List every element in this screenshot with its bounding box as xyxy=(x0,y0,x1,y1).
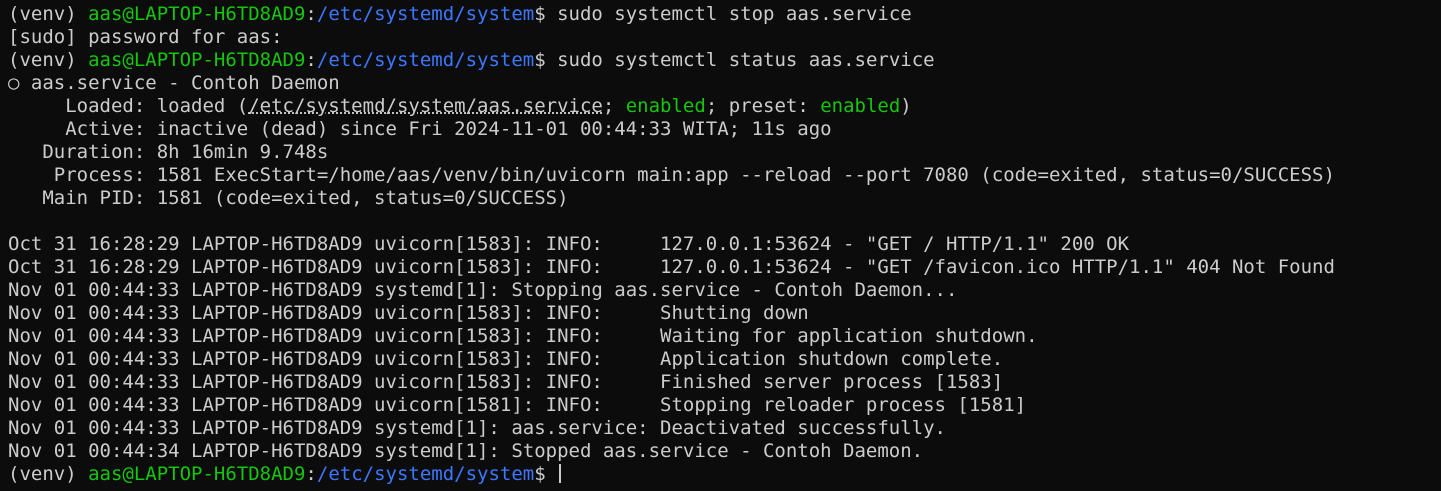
prompt-colon: : xyxy=(305,463,317,485)
terminal-window[interactable]: (venv) aas@LAPTOP-H6TD8AD9:/etc/systemd/… xyxy=(0,0,1441,491)
log-line: Nov 01 00:44:33 LAPTOP-H6TD8AD9 uvicorn[… xyxy=(8,325,1038,347)
prompt-symbol: $ xyxy=(534,3,558,25)
loaded-label: Loaded: xyxy=(8,95,157,117)
loaded-unit-path[interactable]: /etc/systemd/system/aas.service xyxy=(248,95,603,117)
prompt-line-1: (venv) aas@LAPTOP-H6TD8AD9:/etc/systemd/… xyxy=(8,3,1441,26)
service-loaded-line: Loaded: loaded (/etc/systemd/system/aas.… xyxy=(8,95,1441,118)
prompt-colon: : xyxy=(305,49,317,71)
log-line: Nov 01 00:44:33 LAPTOP-H6TD8AD9 uvicorn[… xyxy=(8,371,1004,393)
service-process-line: Process: 1581 ExecStart=/home/aas/venv/b… xyxy=(8,164,1335,186)
prompt-line-2: (venv) aas@LAPTOP-H6TD8AD9:/etc/systemd/… xyxy=(8,49,1441,72)
prompt-line-3[interactable]: (venv) aas@LAPTOP-H6TD8AD9:/etc/systemd/… xyxy=(8,463,1441,486)
prompt-symbol: $ xyxy=(534,463,558,485)
log-line: Nov 01 00:44:33 LAPTOP-H6TD8AD9 systemd[… xyxy=(8,417,946,439)
log-line: Oct 31 16:28:29 LAPTOP-H6TD8AD9 uvicorn[… xyxy=(8,233,1130,255)
log-line: Nov 01 00:44:33 LAPTOP-H6TD8AD9 uvicorn[… xyxy=(8,302,809,324)
prompt-venv: (venv) xyxy=(8,3,89,25)
loaded-sep: ; xyxy=(602,95,626,117)
prompt-colon: : xyxy=(305,3,317,25)
prompt-venv: (venv) xyxy=(8,463,89,485)
loaded-close: ) xyxy=(900,95,912,117)
log-line: Oct 31 16:28:29 LAPTOP-H6TD8AD9 uvicorn[… xyxy=(8,256,1335,278)
journal-log: Oct 31 16:28:29 LAPTOP-H6TD8AD9 uvicorn[… xyxy=(8,233,1441,463)
service-duration-line: Duration: 8h 16min 9.748s xyxy=(8,141,329,163)
log-line: Nov 01 00:44:33 LAPTOP-H6TD8AD9 uvicorn[… xyxy=(8,348,1004,370)
prompt-path: /etc/systemd/system xyxy=(316,49,535,71)
prompt-user-host: aas@LAPTOP-H6TD8AD9 xyxy=(88,49,306,71)
service-title: ○ aas.service - Contoh Daemon xyxy=(8,72,340,94)
loaded-value: loaded ( xyxy=(156,95,249,117)
log-line: Nov 01 00:44:33 LAPTOP-H6TD8AD9 uvicorn[… xyxy=(8,394,1027,416)
service-active-line: Active: inactive (dead) since Fri 2024-1… xyxy=(8,118,832,140)
loaded-preset-enabled: enabled xyxy=(820,95,901,117)
text-cursor xyxy=(559,464,562,483)
log-line: Nov 01 00:44:34 LAPTOP-H6TD8AD9 systemd[… xyxy=(8,440,924,462)
loaded-preset-label: ; preset: xyxy=(705,95,821,117)
command-status: sudo systemctl status aas.service xyxy=(557,49,935,71)
prompt-symbol: $ xyxy=(534,49,558,71)
prompt-user-host: aas@LAPTOP-H6TD8AD9 xyxy=(88,463,306,485)
prompt-venv: (venv) xyxy=(8,49,89,71)
sudo-password-prompt: [sudo] password for aas: xyxy=(8,26,283,48)
log-line: Nov 01 00:44:33 LAPTOP-H6TD8AD9 systemd[… xyxy=(8,279,958,301)
service-main-pid-line: Main PID: 1581 (code=exited, status=0/SU… xyxy=(8,187,569,209)
prompt-user-host: aas@LAPTOP-H6TD8AD9 xyxy=(88,3,306,25)
prompt-path: /etc/systemd/system xyxy=(316,463,535,485)
command-stop: sudo systemctl stop aas.service xyxy=(557,3,912,25)
loaded-enabled: enabled xyxy=(625,95,706,117)
prompt-path: /etc/systemd/system xyxy=(316,3,535,25)
